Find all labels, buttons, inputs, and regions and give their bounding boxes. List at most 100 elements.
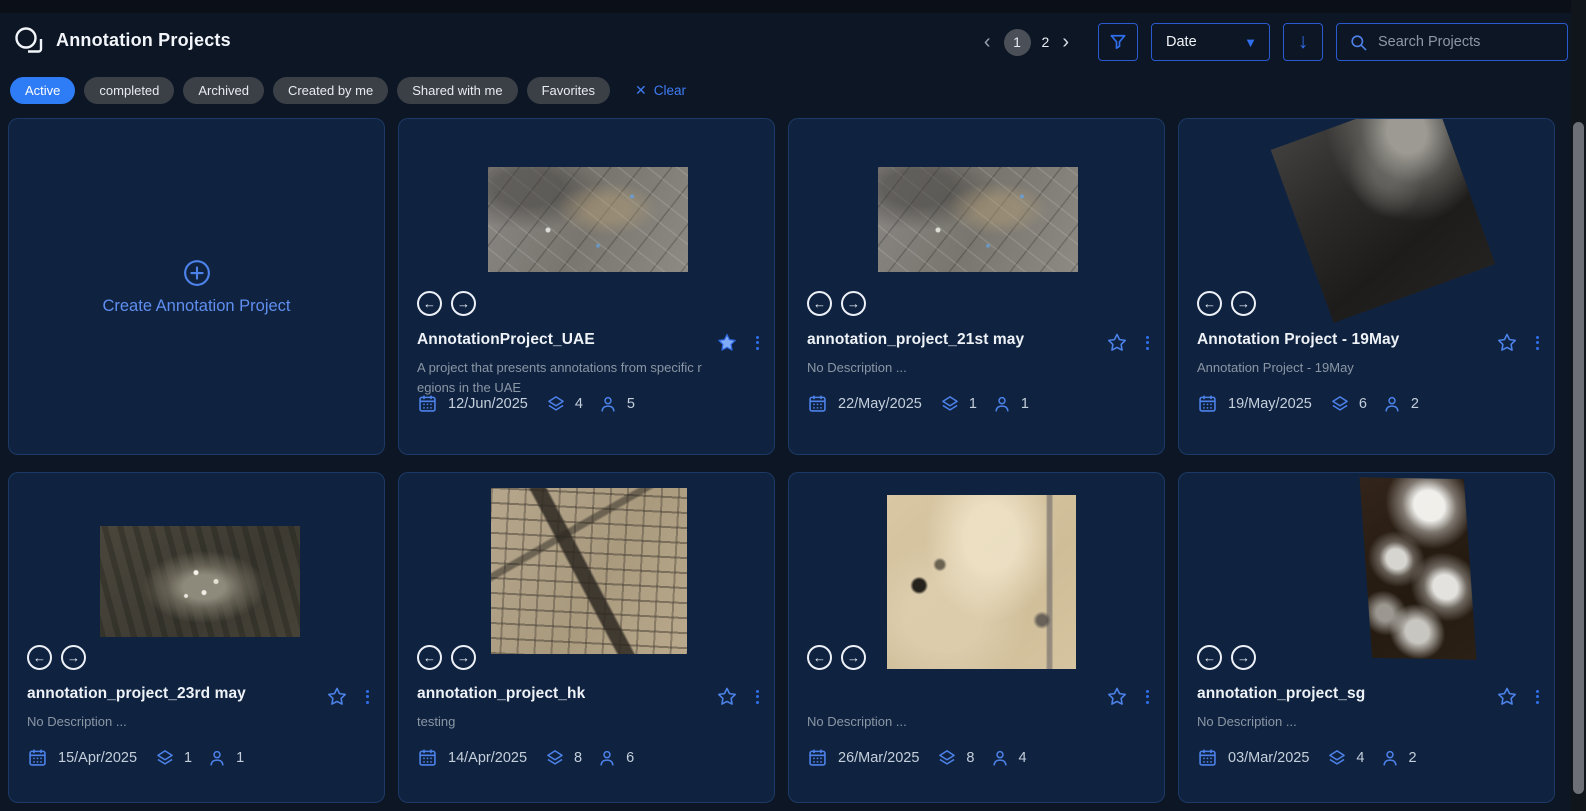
card-menu-icon[interactable]: [1143, 688, 1152, 706]
favorite-star-icon[interactable]: [326, 686, 348, 707]
layer-count: 8: [574, 750, 582, 766]
project-card-19may[interactable]: ← → Annotation Project - 19May Annotatio…: [1178, 118, 1555, 455]
scrollbar-thumb[interactable]: [1573, 122, 1584, 794]
calendar-icon: [1197, 747, 1218, 768]
prev-page-chevron-icon[interactable]: ‹: [982, 32, 993, 52]
next-image-button[interactable]: →: [841, 291, 866, 316]
user-icon: [207, 748, 227, 768]
project-thumbnail: [100, 526, 300, 637]
project-card-redacted[interactable]: ← → No Description ... 26/Mar/2025: [788, 472, 1165, 803]
page-header: Annotation Projects ‹ 1 2 › Date ▼ ↓ Sea…: [0, 13, 1586, 70]
prev-image-button[interactable]: ←: [1197, 291, 1222, 316]
next-image-button[interactable]: →: [1231, 291, 1256, 316]
project-date: 19/May/2025: [1228, 396, 1312, 412]
calendar-icon: [807, 393, 828, 414]
layer-count: 4: [1356, 750, 1364, 766]
user-icon: [990, 748, 1010, 768]
layer-count: 1: [969, 396, 977, 412]
user-icon: [992, 394, 1012, 414]
prev-image-button[interactable]: ←: [27, 645, 52, 670]
annotation-projects-logo-icon: [12, 26, 48, 58]
chip-active[interactable]: Active: [10, 77, 75, 104]
page-title: Annotation Projects: [56, 30, 231, 51]
user-count: 5: [627, 396, 635, 412]
close-icon: ✕: [635, 82, 647, 99]
favorite-star-icon[interactable]: [1106, 686, 1128, 707]
pagination: ‹ 1 2 ›: [982, 29, 1071, 56]
project-card-uae[interactable]: ← → AnnotationProject_UAE A project that…: [398, 118, 775, 455]
clear-filters-button[interactable]: ✕ Clear: [635, 82, 686, 99]
project-description: No Description ...: [807, 358, 1094, 378]
layers-icon: [940, 394, 960, 414]
next-image-button[interactable]: →: [61, 645, 86, 670]
next-image-button[interactable]: →: [451, 291, 476, 316]
card-menu-icon[interactable]: [363, 688, 372, 706]
create-project-label: Create Annotation Project: [102, 297, 290, 316]
create-annotation-project-card[interactable]: Create Annotation Project: [8, 118, 385, 455]
project-title: annotation_project_hk: [417, 685, 716, 703]
layers-icon: [155, 748, 175, 768]
user-count: 6: [626, 750, 634, 766]
chevron-down-icon: ▼: [1244, 35, 1257, 50]
project-date: 14/Apr/2025: [448, 750, 527, 766]
next-image-button[interactable]: →: [841, 645, 866, 670]
page-number-2[interactable]: 2: [1042, 34, 1050, 50]
calendar-icon: [417, 747, 438, 768]
project-title: AnnotationProject_UAE: [417, 331, 716, 349]
sort-by-date-dropdown[interactable]: Date ▼: [1151, 23, 1270, 61]
prev-image-button[interactable]: ←: [807, 291, 832, 316]
favorite-star-icon[interactable]: [716, 332, 738, 353]
vertical-scrollbar[interactable]: [1571, 0, 1586, 811]
prev-image-button[interactable]: ←: [417, 291, 442, 316]
favorite-star-icon[interactable]: [1496, 332, 1518, 353]
layers-icon: [937, 748, 957, 768]
chip-favorites[interactable]: Favorites: [527, 77, 610, 104]
page-number-1[interactable]: 1: [1004, 29, 1031, 56]
card-menu-icon[interactable]: [753, 688, 762, 706]
chip-completed[interactable]: completed: [84, 77, 174, 104]
project-card-21st-may[interactable]: ← → annotation_project_21st may No Descr…: [788, 118, 1165, 455]
favorite-star-icon[interactable]: [1496, 686, 1518, 707]
prev-image-button[interactable]: ←: [807, 645, 832, 670]
favorite-star-icon[interactable]: [716, 686, 738, 707]
chip-created-by-me[interactable]: Created by me: [273, 77, 388, 104]
next-image-button[interactable]: →: [1231, 645, 1256, 670]
user-icon: [1382, 394, 1402, 414]
user-count: 1: [236, 750, 244, 766]
sort-direction-button[interactable]: ↓: [1283, 23, 1323, 61]
clear-label: Clear: [654, 83, 686, 98]
card-menu-icon[interactable]: [1143, 334, 1152, 352]
next-image-button[interactable]: →: [451, 645, 476, 670]
favorite-star-icon[interactable]: [1106, 332, 1128, 353]
chip-shared-with-me[interactable]: Shared with me: [397, 77, 517, 104]
project-title: Annotation Project - 19May: [1197, 331, 1496, 349]
filter-chips-row: Active completed Archived Created by me …: [10, 77, 686, 104]
thumbnail-nav: ← →: [417, 645, 476, 670]
next-page-chevron-icon[interactable]: ›: [1060, 32, 1071, 52]
chip-archived[interactable]: Archived: [183, 77, 264, 104]
thumbnail-nav: ← →: [1197, 645, 1256, 670]
sort-dropdown-value: Date: [1166, 34, 1197, 50]
thumbnail-nav: ← →: [807, 645, 866, 670]
prev-image-button[interactable]: ←: [417, 645, 442, 670]
card-menu-icon[interactable]: [1533, 334, 1542, 352]
arrow-down-icon: ↓: [1298, 30, 1309, 54]
project-thumbnail: [887, 495, 1076, 669]
card-menu-icon[interactable]: [753, 334, 762, 352]
project-card-hk[interactable]: ← → annotation_project_hk testing 14/Apr…: [398, 472, 775, 803]
project-date: 12/Jun/2025: [448, 396, 528, 412]
thumbnail-nav: ← →: [417, 291, 476, 316]
layers-icon: [1327, 748, 1347, 768]
card-menu-icon[interactable]: [1533, 688, 1542, 706]
filter-button[interactable]: [1098, 23, 1138, 61]
prev-image-button[interactable]: ←: [1197, 645, 1222, 670]
project-description: No Description ...: [807, 712, 1094, 732]
project-description: No Description ...: [1197, 712, 1484, 732]
project-date: 22/May/2025: [838, 396, 922, 412]
project-card-sg[interactable]: ← → annotation_project_sg No Description…: [1178, 472, 1555, 803]
calendar-icon: [417, 393, 438, 414]
search-input[interactable]: Search Projects: [1336, 23, 1568, 61]
layers-icon: [546, 394, 566, 414]
layers-icon: [1330, 394, 1350, 414]
project-card-23rd-may[interactable]: ← → annotation_project_23rd may No Descr…: [8, 472, 385, 803]
